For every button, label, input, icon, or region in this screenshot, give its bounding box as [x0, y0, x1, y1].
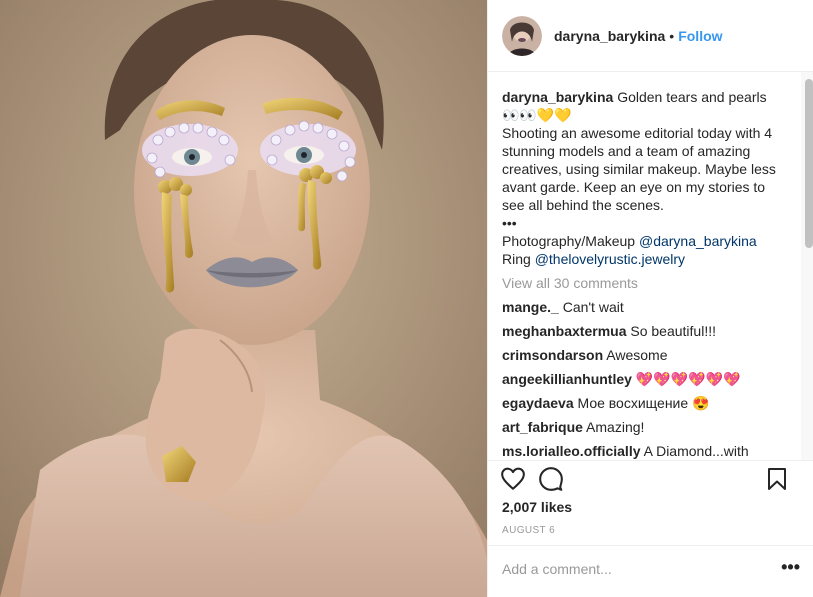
- header-separator: •: [669, 27, 675, 44]
- more-options-icon[interactable]: •••: [781, 557, 800, 578]
- comment-text: Can't wait: [562, 299, 624, 315]
- comment-text: Awesome: [606, 347, 668, 363]
- post-header: daryna_barykina • Follow: [488, 0, 813, 72]
- likes-count[interactable]: 2,007 likes: [502, 499, 572, 515]
- comment-item: angeekillianhuntley 💖💖💖💖💖💖: [488, 364, 813, 388]
- comment-text: Мое восхищение 😍: [577, 395, 710, 411]
- comment-item: meghanbaxtermua So beautiful!!!: [488, 316, 813, 340]
- comment-item: egaydaeva Мое восхищение 😍: [488, 388, 813, 412]
- comment-username[interactable]: mange._: [502, 299, 559, 315]
- caption-credit-photo: Photography/Makeup @daryna_barykina: [502, 232, 787, 250]
- post-details-panel: daryna_barykina • Follow daryna_barykina…: [487, 0, 813, 597]
- caption-credit-ring: Ring @thelovelyrustic.jewelry: [502, 250, 787, 268]
- comment-text: So beautiful!!!: [630, 323, 716, 339]
- comment-username[interactable]: meghanbaxtermua: [502, 323, 626, 339]
- comments-list[interactable]: daryna_barykina Golden tears and pearls …: [488, 72, 813, 460]
- portrait-image: [0, 0, 487, 597]
- add-comment-bar: Add a comment... •••: [488, 545, 813, 597]
- heart-icon[interactable]: [500, 466, 526, 492]
- comment-item: ms.lorialleo.officially A Diamond...with: [488, 436, 813, 460]
- caption-body: Shooting an awesome editorial today with…: [502, 125, 776, 213]
- comment-input[interactable]: Add a comment...: [502, 561, 612, 577]
- comment-text: A Diamond...with: [643, 443, 749, 459]
- comment-username[interactable]: egaydaeva: [502, 395, 574, 411]
- post-image[interactable]: [0, 0, 487, 597]
- comment-item: art_fabrique Amazing!: [488, 412, 813, 436]
- author-avatar[interactable]: [502, 15, 542, 56]
- comment-item: mange._ Can't wait: [488, 292, 813, 316]
- credit-photo-label: Photography/Makeup: [502, 233, 639, 249]
- comment-username[interactable]: art_fabrique: [502, 419, 583, 435]
- comment-text: Amazing!: [586, 419, 645, 435]
- post-actions: 2,007 likes AUGUST 6 Add a comment... ••…: [488, 460, 813, 577]
- author-username[interactable]: daryna_barykina: [554, 28, 665, 44]
- mention-jeweler[interactable]: @thelovelyrustic.jewelry: [535, 251, 685, 267]
- comment-username[interactable]: crimsondarson: [502, 347, 603, 363]
- caption-username[interactable]: daryna_barykina: [502, 89, 613, 105]
- post-date: AUGUST 6: [502, 525, 556, 536]
- caption-dots: •••: [502, 215, 517, 231]
- comment-item: crimsondarson Awesome: [488, 340, 813, 364]
- follow-button[interactable]: Follow: [678, 28, 722, 44]
- comment-username[interactable]: angeekillianhuntley: [502, 371, 632, 387]
- post-caption: daryna_barykina Golden tears and pearls …: [488, 72, 801, 268]
- credit-ring-label: Ring: [502, 251, 535, 267]
- comment-bubble-icon[interactable]: [538, 466, 564, 492]
- mention-photographer[interactable]: @daryna_barykina: [639, 233, 757, 249]
- comment-text: 💖💖💖💖💖💖: [635, 371, 741, 387]
- bookmark-icon[interactable]: [765, 466, 789, 492]
- view-all-comments-link[interactable]: View all 30 comments: [488, 268, 813, 292]
- action-icons-row: [500, 466, 802, 496]
- comment-username[interactable]: ms.lorialleo.officially: [502, 443, 641, 459]
